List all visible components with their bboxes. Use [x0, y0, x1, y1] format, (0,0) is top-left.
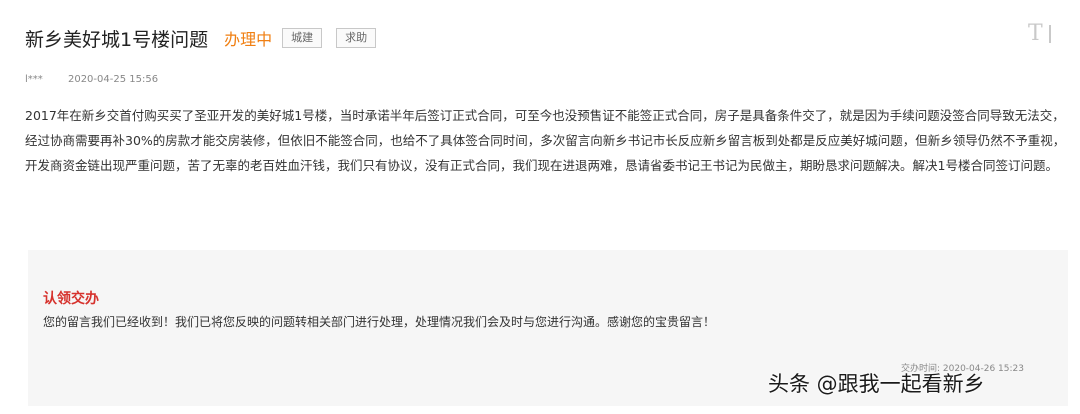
post-content: 2017年在新乡交首付购买买了圣亚开发的美好城1号楼，当时承诺半年后签订正式合同… [25, 103, 1070, 178]
post-date: 2020-04-25 15:56 [67, 74, 159, 85]
reply-text: 您的留言我们已经收到！我们已将您反映的问题转相关部门进行处理，处理情况我们会及时… [43, 315, 716, 329]
font-size-icon[interactable]: T [1028, 22, 1058, 46]
font-size-glyph: T [1028, 21, 1043, 46]
font-size-bar [1049, 25, 1051, 43]
post-body: 2017年在新乡交首付购买买了圣亚开发的美好城1号楼，当时承诺半年后签订正式合同… [25, 108, 1066, 173]
tag-type[interactable]: 求助 [336, 28, 377, 48]
watermark: 头条 @跟我一起看新乡 [768, 372, 985, 396]
author: l*** [25, 74, 43, 85]
post-header: 新乡美好城1号楼问题 办理中 城建 求助 [25, 24, 377, 52]
post-meta: l*** 2020-04-25 15:56 [25, 74, 158, 85]
status-badge: 办理中 [224, 30, 273, 49]
reply-title: 认领交办 [43, 291, 99, 307]
post-title: 新乡美好城1号楼问题 [25, 28, 209, 51]
tag-category[interactable]: 城建 [282, 28, 323, 48]
